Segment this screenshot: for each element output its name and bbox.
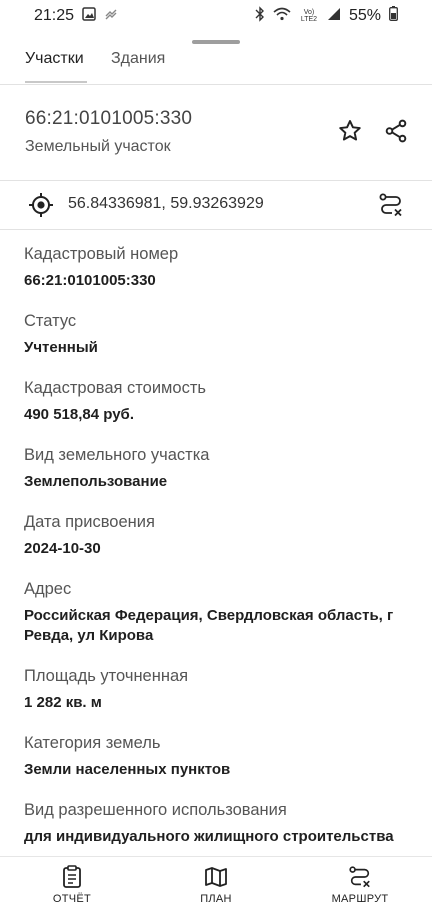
field-value: 490 518,84 руб. bbox=[24, 406, 134, 423]
coordinates-row: 56.84336981, 59.93263929 bbox=[0, 181, 432, 229]
wifi-icon bbox=[273, 7, 291, 26]
target-icon[interactable] bbox=[28, 192, 54, 223]
status-time: 21:25 bbox=[34, 7, 75, 24]
bluetooth-icon bbox=[255, 5, 265, 27]
battery-icon bbox=[389, 6, 398, 26]
field-label: Дата присвоения bbox=[24, 513, 155, 531]
field-label: Вид земельного участка bbox=[24, 446, 210, 464]
report-icon bbox=[63, 865, 81, 888]
field-cadastral-number: Кадастровый номер 66:21:0101005:330 bbox=[24, 243, 414, 291]
field-value: 66:21:0101005:330 bbox=[24, 272, 156, 289]
parcel-details: Кадастровый номер 66:21:0101005:330 Стат… bbox=[24, 243, 414, 866]
tab-plots[interactable]: Участки bbox=[25, 50, 84, 76]
field-label: Статус bbox=[24, 312, 77, 330]
field-label: Вид разрешенного использования bbox=[24, 801, 287, 819]
map-icon bbox=[205, 867, 227, 887]
field-land-kind: Вид земельного участка Землепользование bbox=[24, 444, 414, 492]
tab-buildings[interactable]: Здания bbox=[111, 50, 165, 76]
route-icon[interactable] bbox=[378, 192, 404, 223]
field-value: Землепользование bbox=[24, 473, 168, 490]
field-value: Учтенный bbox=[24, 339, 98, 356]
route-icon bbox=[349, 866, 370, 888]
network-label: Vo) LTE2 bbox=[300, 9, 318, 23]
nav-report-label: ОТЧЁТ bbox=[52, 893, 92, 905]
field-label: Площадь уточненная bbox=[24, 667, 189, 685]
tabs-divider bbox=[0, 84, 432, 85]
tab-bar: Участки Здания bbox=[0, 44, 432, 84]
signal-icon bbox=[327, 7, 341, 26]
coordinates-divider bbox=[0, 229, 432, 230]
field-assignment-date: Дата присвоения 2024-10-30 bbox=[24, 511, 414, 559]
share-icon[interactable] bbox=[382, 117, 410, 145]
bottom-navigation: ОТЧЁТ ПЛАН МАРШРУТ bbox=[0, 856, 432, 905]
nav-plan-button[interactable]: ПЛАН bbox=[176, 865, 256, 905]
field-cadastral-value: Кадастровая стоимость 490 518,84 руб. bbox=[24, 377, 414, 425]
field-permitted-use: Вид разрешенного использования для индив… bbox=[24, 799, 414, 847]
field-value: для индивидуального жилищного строительс… bbox=[24, 828, 394, 845]
battery-percent: 55% bbox=[348, 7, 381, 24]
field-label: Адрес bbox=[24, 580, 72, 598]
status-bar: 21:25 Vo) LTE2 55% bbox=[0, 0, 432, 32]
coordinates-text[interactable]: 56.84336981, 59.93263929 bbox=[68, 195, 264, 213]
nav-plan-label: ПЛАН bbox=[200, 893, 232, 905]
field-label: Кадастровый номер bbox=[24, 245, 179, 263]
nav-route-button[interactable]: МАРШРУТ bbox=[320, 865, 400, 905]
field-land-category: Категория земель Земли населенных пункто… bbox=[24, 732, 414, 780]
field-value: 2024-10-30 bbox=[24, 540, 101, 557]
gallery-icon bbox=[82, 6, 96, 26]
active-tab-indicator bbox=[25, 81, 87, 83]
field-value: 1 282 кв. м bbox=[24, 694, 102, 711]
field-value: Земли населенных пунктов bbox=[24, 761, 231, 778]
field-status: Статус Учтенный bbox=[24, 310, 414, 358]
field-label: Категория земель bbox=[24, 734, 161, 752]
field-label: Кадастровая стоимость bbox=[24, 379, 206, 397]
notification-icon bbox=[104, 7, 118, 26]
field-value: Российская Федерация, Свердловская облас… bbox=[24, 607, 394, 644]
field-area: Площадь уточненная 1 282 кв. м bbox=[24, 665, 414, 713]
nav-report-button[interactable]: ОТЧЁТ bbox=[32, 865, 112, 905]
field-address: Адрес Российская Федерация, Свердловская… bbox=[24, 578, 414, 646]
star-icon[interactable] bbox=[336, 117, 364, 145]
nav-route-label: МАРШРУТ bbox=[331, 893, 389, 905]
header-actions bbox=[336, 117, 410, 145]
